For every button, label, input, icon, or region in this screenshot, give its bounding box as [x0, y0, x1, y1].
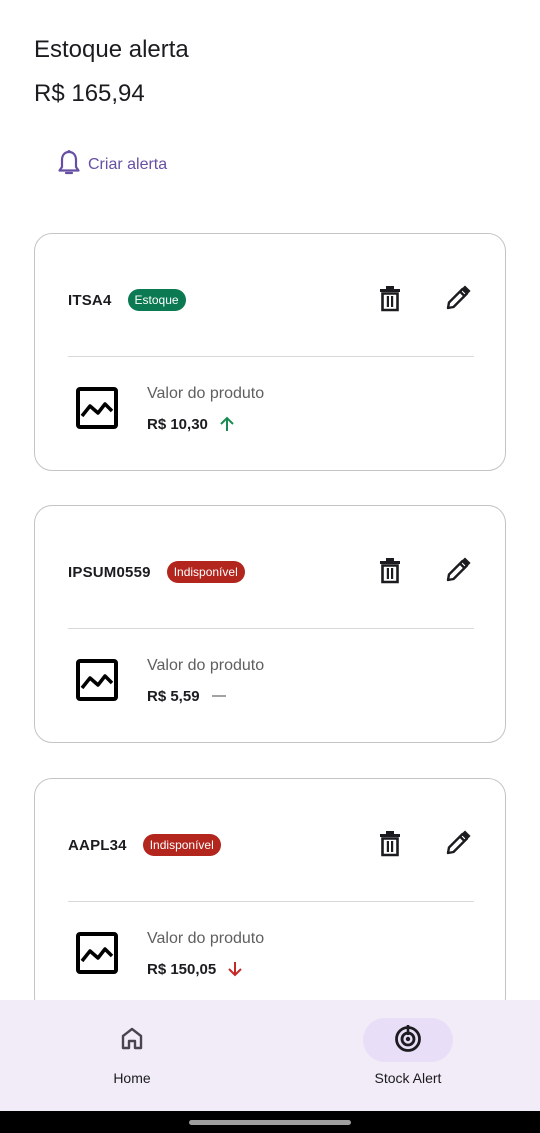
- status-badge: Indisponível: [142, 834, 221, 856]
- pencil-icon: [444, 829, 472, 862]
- card-divider: [68, 901, 474, 902]
- edit-button[interactable]: [442, 827, 474, 863]
- home-icon: [118, 1024, 146, 1057]
- nav-pill: [87, 1018, 177, 1062]
- delete-button[interactable]: [374, 554, 406, 590]
- card-divider: [68, 356, 474, 357]
- bottom-navigation: Home Stock Alert: [0, 1000, 540, 1111]
- status-badge: Estoque: [127, 289, 186, 311]
- create-alert-button[interactable]: Criar alerta: [48, 146, 175, 184]
- edit-button[interactable]: [442, 554, 474, 590]
- screen: Estoque alerta R$ 165,94 Criar alerta IT…: [0, 0, 540, 1133]
- product-value: R$ 10,30: [147, 415, 208, 433]
- card-ticker: IPSUM0559: [68, 563, 151, 581]
- image-placeholder-icon: [75, 931, 119, 975]
- value-label: Valor do produto: [147, 385, 265, 402]
- value-label: Valor do produto: [147, 657, 265, 674]
- nav-item-stock-alert[interactable]: Stock Alert: [348, 1018, 468, 1098]
- product-value: R$ 5,59: [147, 687, 200, 705]
- page-title: Estoque alerta: [34, 36, 189, 63]
- product-value: R$ 150,05: [147, 960, 217, 978]
- edit-button[interactable]: [442, 282, 474, 318]
- card-ticker: AAPL34: [68, 836, 127, 854]
- system-navigation-bar: [0, 1111, 540, 1133]
- nav-label-stock-alert: Stock Alert: [374, 1070, 442, 1086]
- arrow-up-icon: [218, 415, 236, 433]
- nav-label-home: Home: [113, 1070, 151, 1086]
- alert-card: AAPL34 Indisponível Valor do produto R$ …: [34, 778, 506, 1016]
- alert-card: ITSA4 Estoque Valor do produto R$ 10,30: [34, 233, 506, 471]
- gesture-handle[interactable]: [189, 1120, 351, 1125]
- nav-item-home[interactable]: Home: [72, 1018, 192, 1098]
- target-icon: [393, 1023, 423, 1058]
- create-alert-label: Criar alerta: [88, 156, 168, 173]
- card-divider: [68, 628, 474, 629]
- nav-pill-active: [363, 1018, 453, 1062]
- alert-card: IPSUM0559 Indisponível Valor do produto …: [34, 505, 506, 743]
- value-label: Valor do produto: [147, 930, 265, 947]
- status-badge: Indisponível: [166, 561, 245, 583]
- delete-button[interactable]: [374, 282, 406, 318]
- header: Estoque alerta R$ 165,94: [34, 36, 189, 108]
- trash-icon: [378, 829, 402, 862]
- bell-icon: [56, 149, 82, 182]
- card-ticker: ITSA4: [68, 291, 112, 309]
- arrow-down-icon: [226, 960, 244, 978]
- delete-button[interactable]: [374, 827, 406, 863]
- image-placeholder-icon: [75, 386, 119, 430]
- image-placeholder-icon: [75, 658, 119, 702]
- total-value: R$ 165,94: [34, 80, 145, 107]
- trash-icon: [378, 284, 402, 317]
- pencil-icon: [444, 556, 472, 589]
- trash-icon: [378, 556, 402, 589]
- pencil-icon: [444, 284, 472, 317]
- dash-icon: [210, 687, 228, 705]
